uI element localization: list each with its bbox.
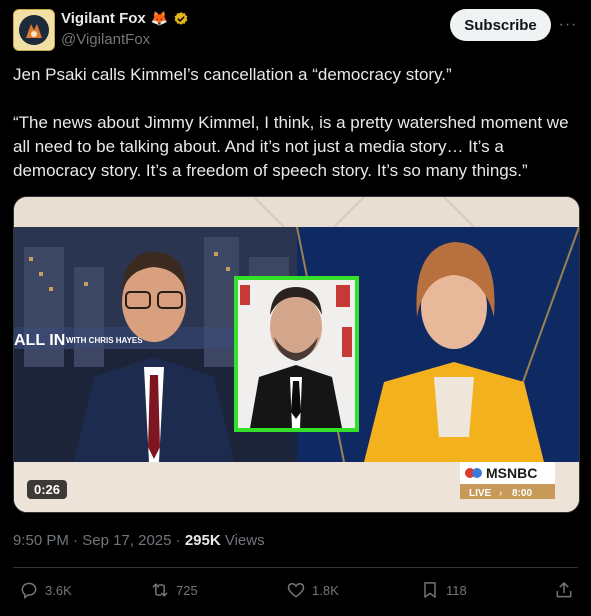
video-duration-badge: 0:26 [27,480,68,499]
reply-count: 3.6K [45,582,72,598]
views-count: 295K [184,532,221,549]
name-row: Vigilant Fox 🦊 [61,10,189,27]
more-icon[interactable]: ··· [558,14,578,36]
avatar[interactable] [13,9,55,51]
bookmark-button[interactable]: 118 [420,580,467,600]
tweet-header: Vigilant Fox 🦊 @VigilantFox Subscribe ··… [13,9,578,51]
reply-button[interactable]: 3.6K [19,580,72,600]
lower-third-left: ALL IN [14,332,65,349]
tweet-text: Jen Psaki calls Kimmel’s cancellation a … [13,65,569,180]
network-logo: MSNBC [486,465,537,481]
video-player[interactable]: ALL IN WITH CHRIS HAYES MSNBC LIVE › 8:0… [13,196,580,513]
bookmark-count: 118 [446,582,467,598]
live-label: LIVE [469,488,492,499]
meta-separator: · [73,532,79,549]
meta-separator: · [175,532,181,549]
subscribe-button[interactable]: Subscribe [450,9,551,41]
verified-badge-icon[interactable] [173,11,189,27]
repost-icon [152,583,168,597]
reply-icon [21,582,37,599]
lower-third-sub: WITH CHRIS HAYES [66,336,143,345]
svg-text:›: › [499,488,502,499]
share-icon [556,582,572,598]
like-button[interactable]: 1.8K [286,580,339,600]
action-bar: 3.6K 725 1.8K 118 [13,580,578,608]
divider [13,567,578,568]
display-name[interactable]: Vigilant Fox [61,10,146,27]
live-time: 8:00 [512,488,532,499]
repost-button[interactable]: 725 [150,580,198,600]
share-button[interactable] [554,580,574,600]
fox-emoji: 🦊 [150,10,169,26]
video-frame: ALL IN WITH CHRIS HAYES MSNBC LIVE › 8:0… [14,197,579,512]
repost-count: 725 [176,582,198,598]
tweet-time[interactable]: 9:50 PM [13,532,69,549]
like-icon [287,582,305,598]
author-handle[interactable]: @VigilantFox [61,31,150,48]
like-count: 1.8K [312,582,339,598]
views-label: Views [224,532,265,549]
tweet-meta: 9:50 PM · Sep 17, 2025 · 295K Views [13,532,265,549]
tweet-date[interactable]: Sep 17, 2025 [82,532,171,549]
bookmark-icon [424,582,436,598]
